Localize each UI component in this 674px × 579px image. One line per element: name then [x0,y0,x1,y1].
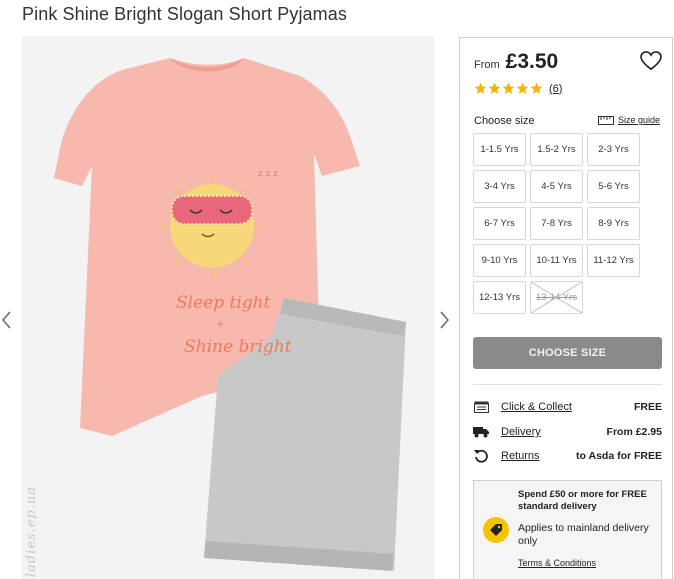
star-icon [474,82,487,95]
review-count-link[interactable]: (6) [549,83,562,95]
delivery-link[interactable]: Delivery [501,426,607,438]
choose-size-label: Choose size [474,115,535,127]
slogan-line3: Shine bright [184,337,292,357]
size-option-label: 3-4 Yrs [484,181,515,192]
ruler-icon [597,115,614,125]
size-option[interactable]: 6-7 Yrs [473,207,526,240]
zzz-text: z z z [258,169,278,179]
promo-headline: Spend £50 or more for FREE standard deli… [518,489,647,512]
size-option-label: 5-6 Yrs [598,181,629,192]
size-option[interactable]: 7-8 Yrs [530,207,583,240]
size-guide-link[interactable]: Size guide [597,115,660,125]
size-option[interactable]: 2-3 Yrs [587,133,640,166]
size-option[interactable]: 5-6 Yrs [587,170,640,203]
size-option-unavailable[interactable]: 13-14 Yrs [530,281,583,314]
size-guide-label: Size guide [617,115,660,125]
store-icon [473,400,489,414]
click-collect-value: FREE [633,401,662,413]
product-title: Pink Shine Bright Slogan Short Pyjamas [22,4,347,24]
size-option-label: 10-11 Yrs [536,255,577,266]
size-option[interactable]: 8-9 Yrs [587,207,640,240]
star-icon [516,82,529,95]
size-option[interactable]: 11-12 Yrs [587,244,640,277]
size-option[interactable]: 1-1.5 Yrs [473,133,526,166]
size-grid: 1-1.5 Yrs 1.5-2 Yrs 2-3 Yrs 3-4 Yrs 4-5 Yrs 5… [473,133,643,314]
next-image-arrow-icon[interactable] [437,308,453,332]
star-icon [530,82,543,95]
size-option-label: 4-5 Yrs [541,181,572,192]
delivery-value: From £2.95 [606,426,662,438]
slogan-line1: Sleep tight [176,293,271,313]
size-option-label: 7-8 Yrs [541,218,572,229]
wishlist-heart-icon[interactable] [640,51,662,71]
watermark: ladies.ep.ua [24,486,39,578]
returns-value: to Asda for FREE [576,450,662,462]
size-option-label: 8-9 Yrs [598,218,629,229]
size-option-label: 1-1.5 Yrs [480,144,519,155]
click-collect-row: Click & Collect FREE [473,399,662,415]
truck-icon [473,425,489,439]
returns-link[interactable]: Returns [501,450,576,462]
size-option[interactable]: 9-10 Yrs [473,244,526,277]
returns-row: Returns to Asda for FREE [473,448,662,464]
size-option-label: 9-10 Yrs [481,255,518,266]
size-option-label: 11-12 Yrs [593,255,634,266]
pyjamas-illustration: Sleep tight + Shine bright z z z [22,36,434,579]
price: £3.50 [505,50,559,73]
terms-conditions-link[interactable]: Terms & Conditions [518,558,596,568]
promo-text: Applies to mainland delivery only [518,522,649,547]
from-label: From [474,59,500,71]
rating: (6) [474,82,562,95]
price-row: From £3.50 [474,50,558,74]
star-icon [488,82,501,95]
size-option[interactable]: 4-5 Yrs [530,170,583,203]
size-option-label: 1.5-2 Yrs [537,144,576,155]
tag-icon [483,517,509,543]
free-delivery-promo: Spend £50 or more for FREE standard deli… [473,480,662,579]
unavailable-cross-icon [531,282,582,313]
star-rating [474,82,544,95]
return-icon [473,449,489,463]
size-option[interactable]: 10-11 Yrs [530,244,583,277]
purchase-panel: From £3.50 (6) Choose size Size guide 1-… [459,37,673,579]
size-option-label: 6-7 Yrs [484,218,515,229]
size-option-label: 2-3 Yrs [598,144,629,155]
star-icon [502,82,515,95]
click-collect-link[interactable]: Click & Collect [501,401,634,413]
choose-size-button[interactable]: CHOOSE SIZE [473,337,662,369]
size-option[interactable]: 12-13 Yrs [473,281,526,314]
size-option[interactable]: 3-4 Yrs [473,170,526,203]
delivery-row: Delivery From £2.95 [473,424,662,440]
previous-image-arrow-icon[interactable] [0,308,16,332]
divider [473,384,662,385]
size-option-label: 12-13 Yrs [478,292,520,303]
size-option[interactable]: 1.5-2 Yrs [530,133,583,166]
slogan-line2: + [216,319,224,330]
product-image[interactable]: Sleep tight + Shine bright z z z ladies.… [22,36,434,579]
